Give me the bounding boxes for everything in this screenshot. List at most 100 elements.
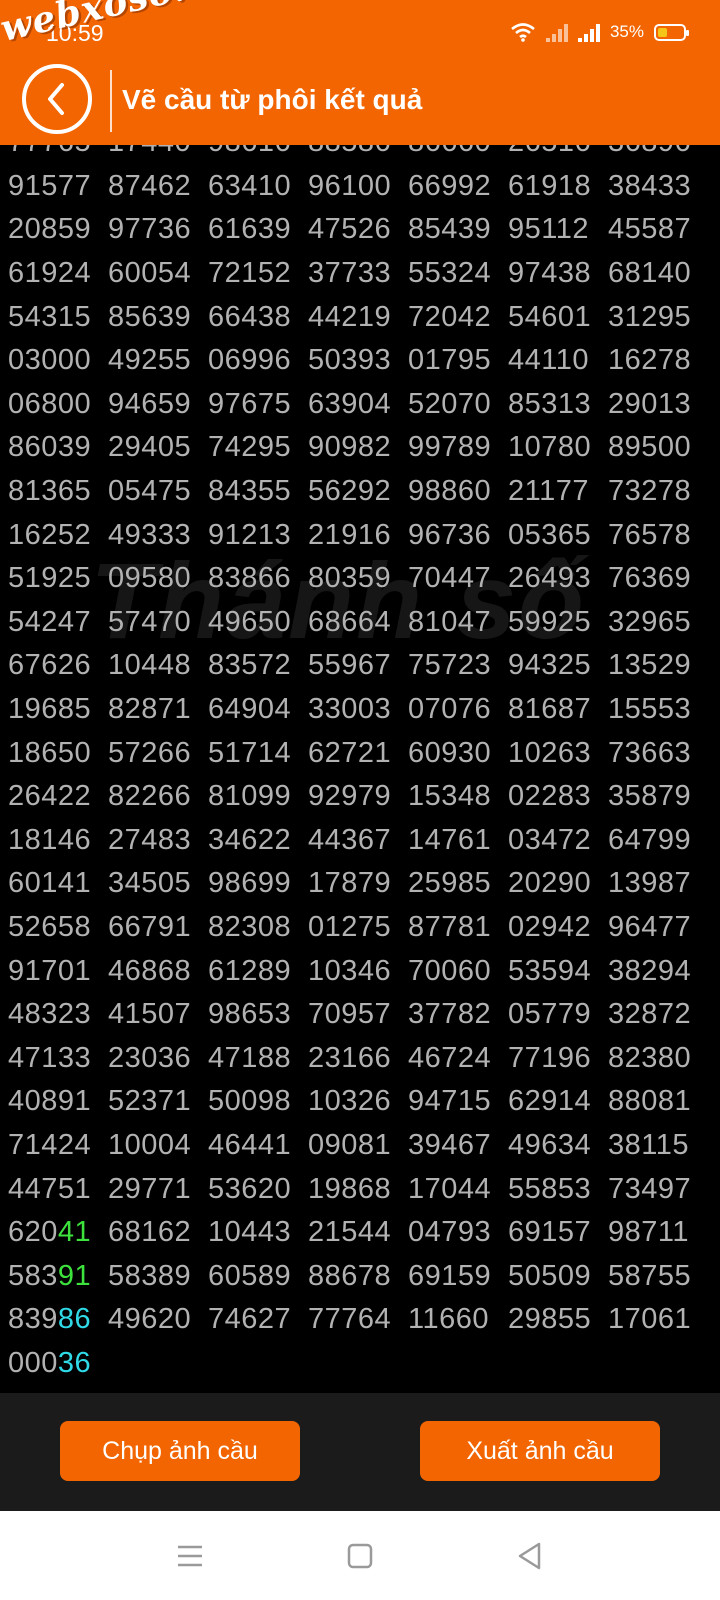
grid-row: 44751 29771 53620 19868 17044 55853 73497 [0, 1167, 720, 1211]
grid-cell: 58755 [608, 1259, 692, 1292]
grid-row: 54315 85639 66438 44219 72042 54601 31295 [0, 295, 720, 339]
grid-cell: 26516 [500, 145, 600, 159]
grid-row: 61924 60054 72152 37733 55324 97438 68140 [0, 252, 720, 296]
grid-cell: 61924 [8, 257, 92, 290]
status-icons: 35% [510, 22, 689, 42]
grid-row: 77765174409861688586866602651636896 [0, 145, 720, 165]
grid-cell: 86660 [400, 145, 500, 159]
triangle-back-icon[interactable] [513, 1539, 547, 1573]
grid-cell: 51714 [208, 736, 292, 769]
grid-cell: 61918 [508, 169, 592, 202]
grid-cell: 59925 [508, 605, 592, 638]
grid-cell: 50509 [508, 1259, 592, 1292]
grid-cell: 68664 [308, 605, 392, 638]
grid-cell: 81687 [508, 693, 592, 726]
battery-percent: 35% [609, 22, 644, 41]
grid-cell: 81047 [408, 605, 492, 638]
grid-cell: 26422 [8, 780, 92, 813]
signal-icon [545, 22, 568, 42]
grid-cell: 57470 [108, 605, 192, 638]
grid-cell: 69157 [508, 1216, 592, 1249]
grid-row: 47133 23036 47188 23166 46724 77196 82380 [0, 1036, 720, 1080]
grid-row: 91577 87462 63410 96100 66992 61918 38433 [0, 165, 720, 209]
page-title: Vẽ cầu từ phôi kết quả [122, 84, 423, 115]
grid-cell: 06800 [8, 387, 92, 420]
grid-cell: 21916 [308, 518, 392, 551]
grid-cell: 98616 [200, 145, 300, 159]
square-icon[interactable] [343, 1539, 377, 1573]
results-grid[interactable]: Thánh số 7776517440986168858686660265163… [0, 145, 720, 1393]
grid-cell: 52371 [108, 1085, 192, 1118]
grid-cell: 64799 [608, 823, 692, 856]
grid-cell: 77765 [0, 145, 100, 159]
grid-cell: 10443 [208, 1216, 292, 1249]
grid-cell: 50393 [308, 344, 392, 377]
grid-row: 18650 57266 51714 62721 60930 10263 73663 [0, 731, 720, 775]
grid-cell: 81099 [208, 780, 292, 813]
grid-cell: 05779 [508, 998, 592, 1031]
grid-cell: 10780 [508, 431, 592, 464]
grid-cell: 88081 [608, 1085, 692, 1118]
grid-cell: 36896 [600, 145, 700, 159]
grid-cell: 02283 [508, 780, 592, 813]
grid-cell: 68162 [108, 1216, 192, 1249]
grid-cell: 17061 [608, 1303, 692, 1336]
grid-cell: 76369 [608, 562, 692, 595]
grid-cell: 73663 [608, 736, 692, 769]
grid-cell: 74627 [208, 1303, 292, 1336]
grid-cell: 40891 [8, 1085, 92, 1118]
grid-cell: 21544 [308, 1216, 392, 1249]
grid-cell: 44751 [8, 1172, 92, 1205]
action-bar: Chụp ảnh cầu Xuất ảnh cầu [0, 1393, 720, 1511]
grid-cell: 23036 [108, 1041, 192, 1074]
capture-image-button[interactable]: Chụp ảnh cầu [60, 1421, 300, 1481]
grid-cell: 15348 [408, 780, 492, 813]
grid-cell: 75723 [408, 649, 492, 682]
grid-cell: 48323 [8, 998, 92, 1031]
grid-row: 40891 52371 50098 10326 94715 62914 88081 [0, 1080, 720, 1124]
back-button[interactable] [22, 64, 92, 134]
grid-cell: 85639 [108, 300, 192, 333]
grid-cell: 47188 [208, 1041, 292, 1074]
grid-cell: 82380 [608, 1041, 692, 1074]
grid-cell: 13529 [608, 649, 692, 682]
grid-cell: 94715 [408, 1085, 492, 1118]
grid-cell: 57266 [108, 736, 192, 769]
grid-cell: 87781 [408, 910, 492, 943]
grid-cell: 60930 [408, 736, 492, 769]
grid-cell: 11660 [408, 1303, 489, 1336]
grid-row: 71424 10004 46441 09081 39467 49634 38115 [0, 1124, 720, 1168]
grid-cell: 19868 [308, 1172, 392, 1205]
menu-icon[interactable] [173, 1539, 207, 1573]
grid-cell: 63904 [308, 387, 392, 420]
grid-cell: 54315 [8, 300, 92, 333]
grid-cell: 70447 [408, 562, 492, 595]
grid-cell: 10263 [508, 736, 592, 769]
grid-row: 48323 41507 98653 70957 37782 05779 32872 [0, 993, 720, 1037]
grid-row: 26422 82266 81099 92979 15348 02283 35879 [0, 775, 720, 819]
grid-row: 81365 05475 84355 56292 98860 21177 73278 [0, 470, 720, 514]
grid-cell: 74295 [208, 431, 292, 464]
grid-cell: 73278 [608, 475, 692, 508]
highlighted-digits: 36 [57, 1346, 92, 1379]
grid-cell: 55853 [508, 1172, 592, 1205]
grid-cell: 88678 [308, 1259, 392, 1292]
grid-cell: 97736 [108, 213, 192, 246]
grid-cell: 58391 [8, 1259, 92, 1292]
grid-cell: 10448 [108, 649, 192, 682]
grid-cell: 54247 [8, 605, 92, 638]
grid-cell: 52070 [408, 387, 492, 420]
grid-cell: 49634 [508, 1128, 592, 1161]
grid-cell: 06996 [208, 344, 292, 377]
grid-cell: 86039 [8, 431, 92, 464]
grid-row: 00036 [0, 1342, 720, 1386]
grid-cell: 10346 [308, 954, 392, 987]
grid-cell: 85313 [508, 387, 592, 420]
grid-cell: 77764 [308, 1303, 392, 1336]
chevron-left-icon [48, 83, 64, 115]
grid-cell: 09081 [308, 1128, 392, 1161]
grid-cell: 35879 [608, 780, 692, 813]
grid-row: 03000 49255 06996 50393 01795 44110 16278 [0, 339, 720, 383]
grid-cell: 55324 [408, 257, 492, 290]
export-image-button[interactable]: Xuất ảnh cầu [420, 1421, 660, 1481]
